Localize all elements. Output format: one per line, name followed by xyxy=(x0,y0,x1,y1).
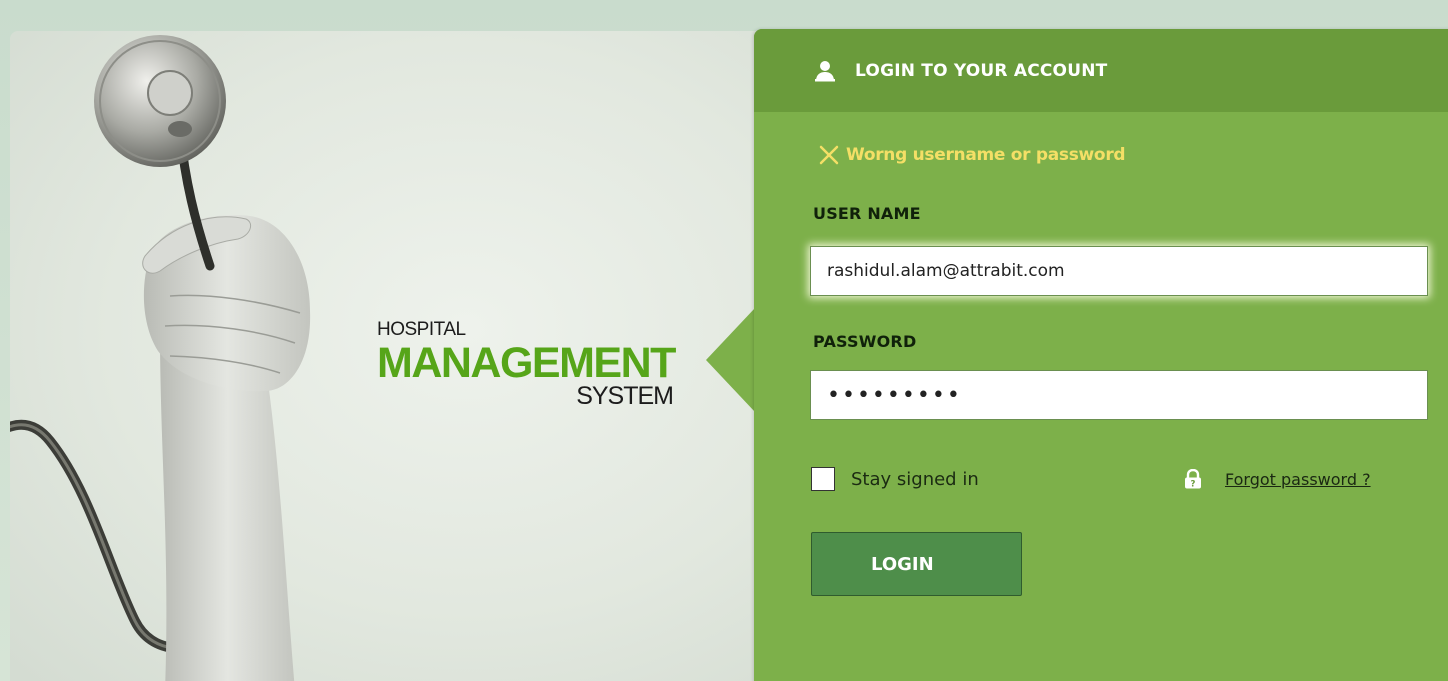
hospital-management-logo: HOSPITAL MANAGEMENT SYSTEM xyxy=(377,319,677,409)
stay-signed-in-label[interactable]: Stay signed in xyxy=(851,469,979,490)
panel-pointer-arrow xyxy=(706,308,755,412)
login-button[interactable]: LOGIN xyxy=(811,532,1022,596)
branding-card: HOSPITAL MANAGEMENT SYSTEM xyxy=(10,31,770,681)
login-panel-header: LOGIN TO YOUR ACCOUNT xyxy=(754,29,1448,112)
user-icon xyxy=(815,61,835,82)
close-x-icon xyxy=(819,145,839,165)
logo-line-hospital: HOSPITAL xyxy=(377,319,466,340)
stethoscope-hand-illustration xyxy=(10,35,311,681)
password-input[interactable] xyxy=(810,370,1428,420)
username-label: USER NAME xyxy=(813,204,921,223)
lock-icon: ? xyxy=(1185,469,1201,490)
forgot-password-link[interactable]: Forgot password ? xyxy=(1225,470,1371,489)
logo-line-management: MANAGEMENT xyxy=(377,339,676,387)
svg-text:?: ? xyxy=(1191,480,1196,490)
username-input[interactable] xyxy=(810,246,1428,296)
password-label: PASSWORD xyxy=(813,332,917,351)
error-message-row: Worng username or password xyxy=(818,144,1126,166)
login-panel: LOGIN TO YOUR ACCOUNT Worng username or … xyxy=(754,29,1448,681)
stay-signed-in-checkbox[interactable] xyxy=(811,467,835,491)
stay-signed-in-row: Stay signed in xyxy=(811,467,979,491)
error-message: Worng username or password xyxy=(846,145,1126,165)
login-panel-title: LOGIN TO YOUR ACCOUNT xyxy=(855,61,1108,81)
forgot-password-row: ? Forgot password ? xyxy=(1184,469,1371,489)
